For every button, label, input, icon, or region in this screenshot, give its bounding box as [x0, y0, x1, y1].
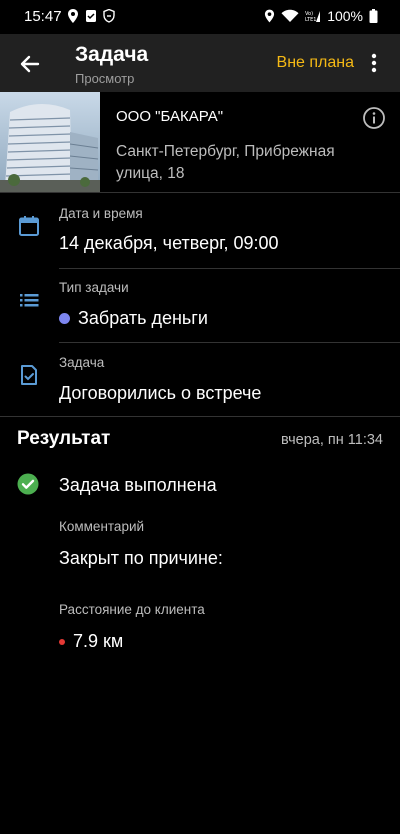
divider [0, 192, 400, 193]
page-title: Задача [75, 43, 149, 66]
arrow-back-icon [20, 55, 40, 73]
status-system-icons: Vo) LTE1 100% [264, 8, 378, 24]
client-card[interactable]: ООО "БАКАРА" Санкт-Петербург, Прибрежная… [0, 92, 400, 192]
more-menu-button[interactable] [362, 51, 386, 75]
list-icon [17, 288, 41, 312]
divider [59, 268, 400, 269]
distance-label: Расстояние до клиента [59, 602, 205, 617]
battery-icon [369, 9, 378, 23]
task-type-value: Забрать деньги [78, 308, 208, 328]
app-bar: Задача Просмотр Вне плана [0, 34, 400, 92]
battery-percent: 100% [327, 8, 363, 24]
client-photo [0, 92, 100, 192]
task-type-label: Тип задачи [59, 280, 129, 295]
status-time: 15:47 [24, 8, 62, 25]
page-subtitle: Просмотр [75, 71, 135, 86]
client-name: ООО "БАКАРА" [116, 108, 224, 125]
client-address: Санкт-Петербург, Прибрежная улица, 18 [116, 143, 335, 182]
info-icon [363, 107, 385, 129]
volte-signal-icon: Vo) LTE1 [305, 9, 321, 23]
svg-text:LTE1: LTE1 [305, 17, 317, 23]
task-value: Договорились о встрече [59, 383, 262, 403]
calendar-icon [17, 214, 41, 238]
result-title: Результат [17, 428, 111, 449]
location-notification-icon [67, 9, 79, 23]
task-check-icon [17, 363, 41, 387]
location-icon [264, 9, 275, 23]
comment-label: Комментарий [59, 519, 145, 534]
status-bar: 15:47 Vo) LTE1 100% [0, 0, 400, 34]
check-circle-icon [17, 473, 39, 495]
task-type-color-dot [59, 313, 70, 324]
datetime-label: Дата и время [59, 206, 143, 221]
distance-value: 7.9 км [73, 631, 124, 651]
divider [59, 342, 400, 343]
divider [0, 416, 400, 417]
task-type-value-row: Забрать деньги [59, 308, 208, 329]
distance-value-row: 7.9 км [59, 631, 123, 652]
result-status: Задача выполнена [59, 475, 217, 495]
back-button[interactable] [14, 49, 44, 79]
datetime-value: 14 декабря, четверг, 09:00 [59, 233, 279, 253]
shield-notification-icon [103, 9, 115, 23]
wifi-icon [281, 9, 299, 23]
download-notification-icon [85, 9, 97, 23]
unplanned-button[interactable]: Вне плана [277, 54, 354, 72]
result-time: вчера, пн 11:34 [281, 432, 383, 448]
distance-dot [59, 638, 65, 645]
status-notification-icons [67, 9, 115, 23]
info-button[interactable] [362, 106, 386, 130]
task-label: Задача [59, 355, 105, 370]
comment-value: Закрыт по причине: [59, 548, 223, 568]
more-vert-icon [371, 53, 377, 73]
